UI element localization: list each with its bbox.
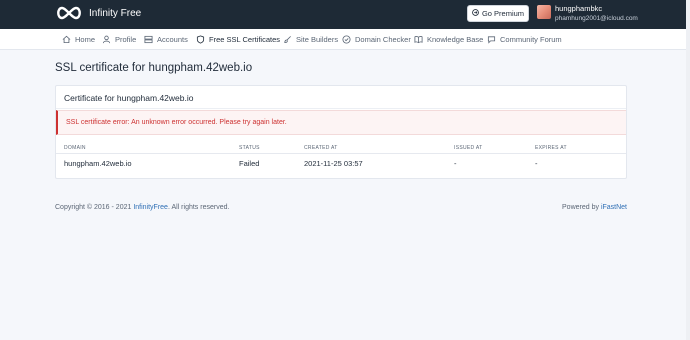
user-icon [102,35,111,44]
column-header-created-at: CREATED AT [304,145,338,151]
logo[interactable]: Infinity Free [55,6,141,20]
server-icon [144,35,153,44]
user-menu[interactable]: hungphambkc phamhung2001@icloud.com [555,4,638,23]
footer-powered-by: Powered by iFastNet [562,204,627,211]
nav-item-label: Profile [115,35,137,44]
nav-item-label: Accounts [157,35,188,44]
nav-item-free-ssl[interactable]: Free SSL Certificates [196,33,280,46]
nav-item-home[interactable]: Home [62,33,95,46]
column-header-expires-at: EXPIRES AT [535,145,567,151]
book-icon [414,35,423,44]
top-bar: Infinity Free Go Premium hungphambkc pha… [0,0,690,29]
nav-item-label: Home [75,35,96,44]
nav-item-label: Knowledge Base [427,35,484,44]
nav-item-community-forum[interactable]: Community Forum [487,33,562,46]
column-header-issued-at: ISSUED AT [454,145,483,151]
go-premium-label: Go Premium [481,9,525,18]
infinityfree-link[interactable]: InfinityFree [133,204,168,211]
check-circle-icon [342,35,351,44]
nav-item-label: Site Builders [296,35,339,44]
nav-item-profile[interactable]: Profile [102,33,136,46]
logo-text: Infinity Free [89,7,142,19]
nav-item-site-builders[interactable]: Site Builders [283,33,338,46]
nav-item-label: Community Forum [500,35,562,44]
nav-item-label: Domain Checker [355,35,411,44]
cell-expires-at: - [535,159,538,168]
copyright-suffix: . All rights reserved. [167,204,230,211]
shield-icon [196,35,205,44]
premium-arrow-icon [472,9,479,18]
nav-item-label: Free SSL Certificates [209,35,280,44]
column-header-status: STATUS [239,145,260,151]
card-header: Certificate for hungpham.42web.io [56,86,626,109]
error-alert-text: SSL certificate error: An unknown error … [66,119,287,126]
footer-copyright: Copyright © 2016 - 2021 InfinityFree. Al… [55,204,229,211]
copyright-prefix: Copyright © 2016 - 2021 [55,204,132,211]
user-email: phamhung2001@icloud.com [555,15,638,22]
page-title: SSL certificate for hungpham.42web.io [55,62,253,74]
nav-item-accounts[interactable]: Accounts [144,33,188,46]
avatar[interactable] [537,5,551,19]
card-title: Certificate for hungpham.42web.io [64,93,194,103]
certificate-card: Certificate for hungpham.42web.io SSL ce… [55,85,627,179]
main-nav: Home Profile Accounts Free SSL Certifica… [0,29,690,50]
user-name: hungphambkc [555,4,603,13]
nav-item-knowledge-base[interactable]: Knowledge Base [414,33,483,46]
table-header-divider [56,153,626,154]
cell-issued-at: - [454,159,457,168]
ifastnet-link[interactable]: iFastNet [601,204,627,211]
nav-item-domain-checker[interactable]: Domain Checker [342,33,411,46]
page-scrollbar[interactable] [686,0,690,340]
chat-icon [487,35,496,44]
error-alert: SSL certificate error: An unknown error … [56,110,626,135]
powered-prefix: Powered by [562,204,599,211]
home-icon [62,35,71,44]
cell-domain: hungpham.42web.io [64,159,132,168]
cell-created-at: 2021-11-25 03:57 [304,159,363,168]
go-premium-button[interactable]: Go Premium [467,5,529,22]
brush-icon [283,35,292,44]
column-header-domain: DOMAIN [64,145,86,151]
cell-status: Failed [239,159,260,168]
infinity-logo-icon [55,6,83,20]
